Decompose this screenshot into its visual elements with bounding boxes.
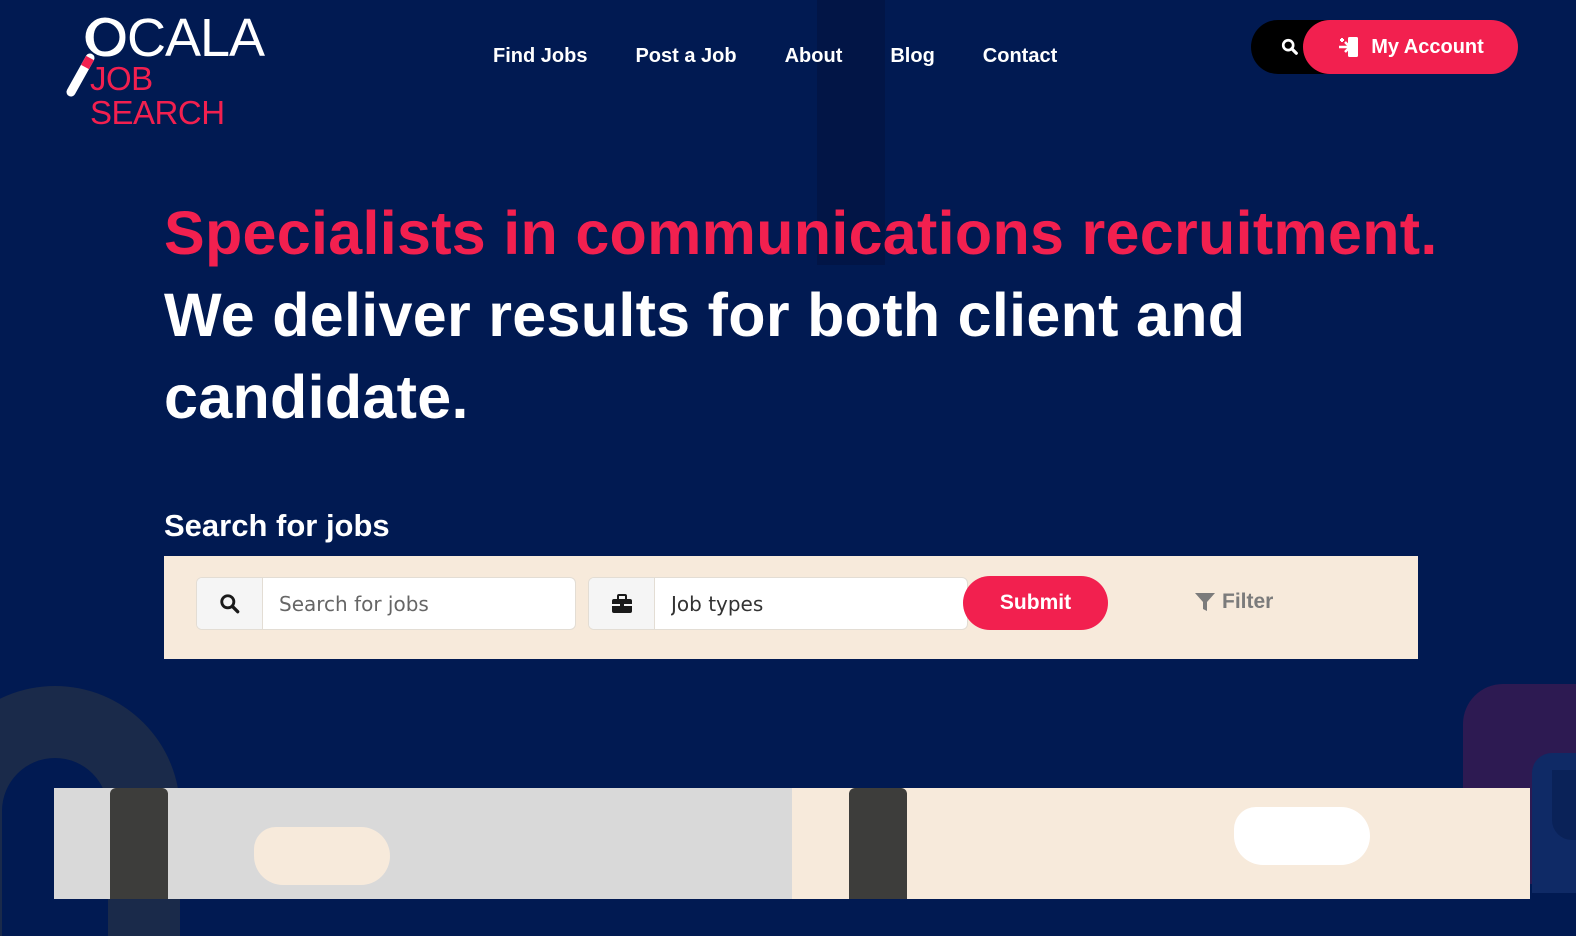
- hero-headline-accent: Specialists in communications recruitmen…: [164, 199, 1438, 267]
- keyword-field: [196, 577, 576, 630]
- nav-find-jobs[interactable]: Find Jobs: [493, 42, 587, 70]
- my-account-button[interactable]: My Account: [1303, 20, 1518, 74]
- job-type-field: [588, 577, 968, 630]
- login-icon: [1339, 37, 1359, 57]
- nav-contact[interactable]: Contact: [983, 42, 1057, 70]
- submit-button[interactable]: Submit: [963, 576, 1108, 630]
- search-icon[interactable]: [1281, 38, 1299, 56]
- main-nav: Find Jobs Post a Job About Blog Contact: [493, 42, 1105, 70]
- briefcase-icon: [611, 593, 632, 613]
- keyword-addon: [197, 578, 263, 629]
- filter-label: Filter: [1222, 590, 1274, 613]
- card-left-pill: [254, 827, 390, 885]
- nav-about[interactable]: About: [785, 42, 843, 70]
- logo-text-top: OCALA: [86, 8, 265, 68]
- nav-post-a-job[interactable]: Post a Job: [635, 42, 736, 70]
- job-search-form: Submit Filter: [164, 556, 1418, 659]
- card-right-pill: [1234, 807, 1370, 865]
- background-block-inner-2: [1552, 770, 1576, 840]
- hero-headline: Specialists in communications recruitmen…: [164, 192, 1454, 438]
- card-right-bar: [849, 788, 907, 899]
- search-heading: Search for jobs: [164, 508, 390, 543]
- logo-text-bottom: JOB SEARCH: [90, 60, 225, 131]
- search-icon: [219, 593, 239, 613]
- site-logo[interactable]: OCALA JOB SEARCH: [64, 8, 284, 130]
- filter-button[interactable]: Filter: [1194, 590, 1273, 614]
- nav-blog[interactable]: Blog: [890, 42, 934, 70]
- job-type-select[interactable]: [655, 578, 967, 629]
- keyword-input[interactable]: [263, 578, 575, 629]
- card-left-bar: [110, 788, 168, 899]
- hero-headline-main: We deliver results for both client and c…: [164, 281, 1246, 431]
- my-account-label: My Account: [1371, 35, 1484, 58]
- job-type-addon: [589, 578, 655, 629]
- filter-icon: [1195, 593, 1215, 611]
